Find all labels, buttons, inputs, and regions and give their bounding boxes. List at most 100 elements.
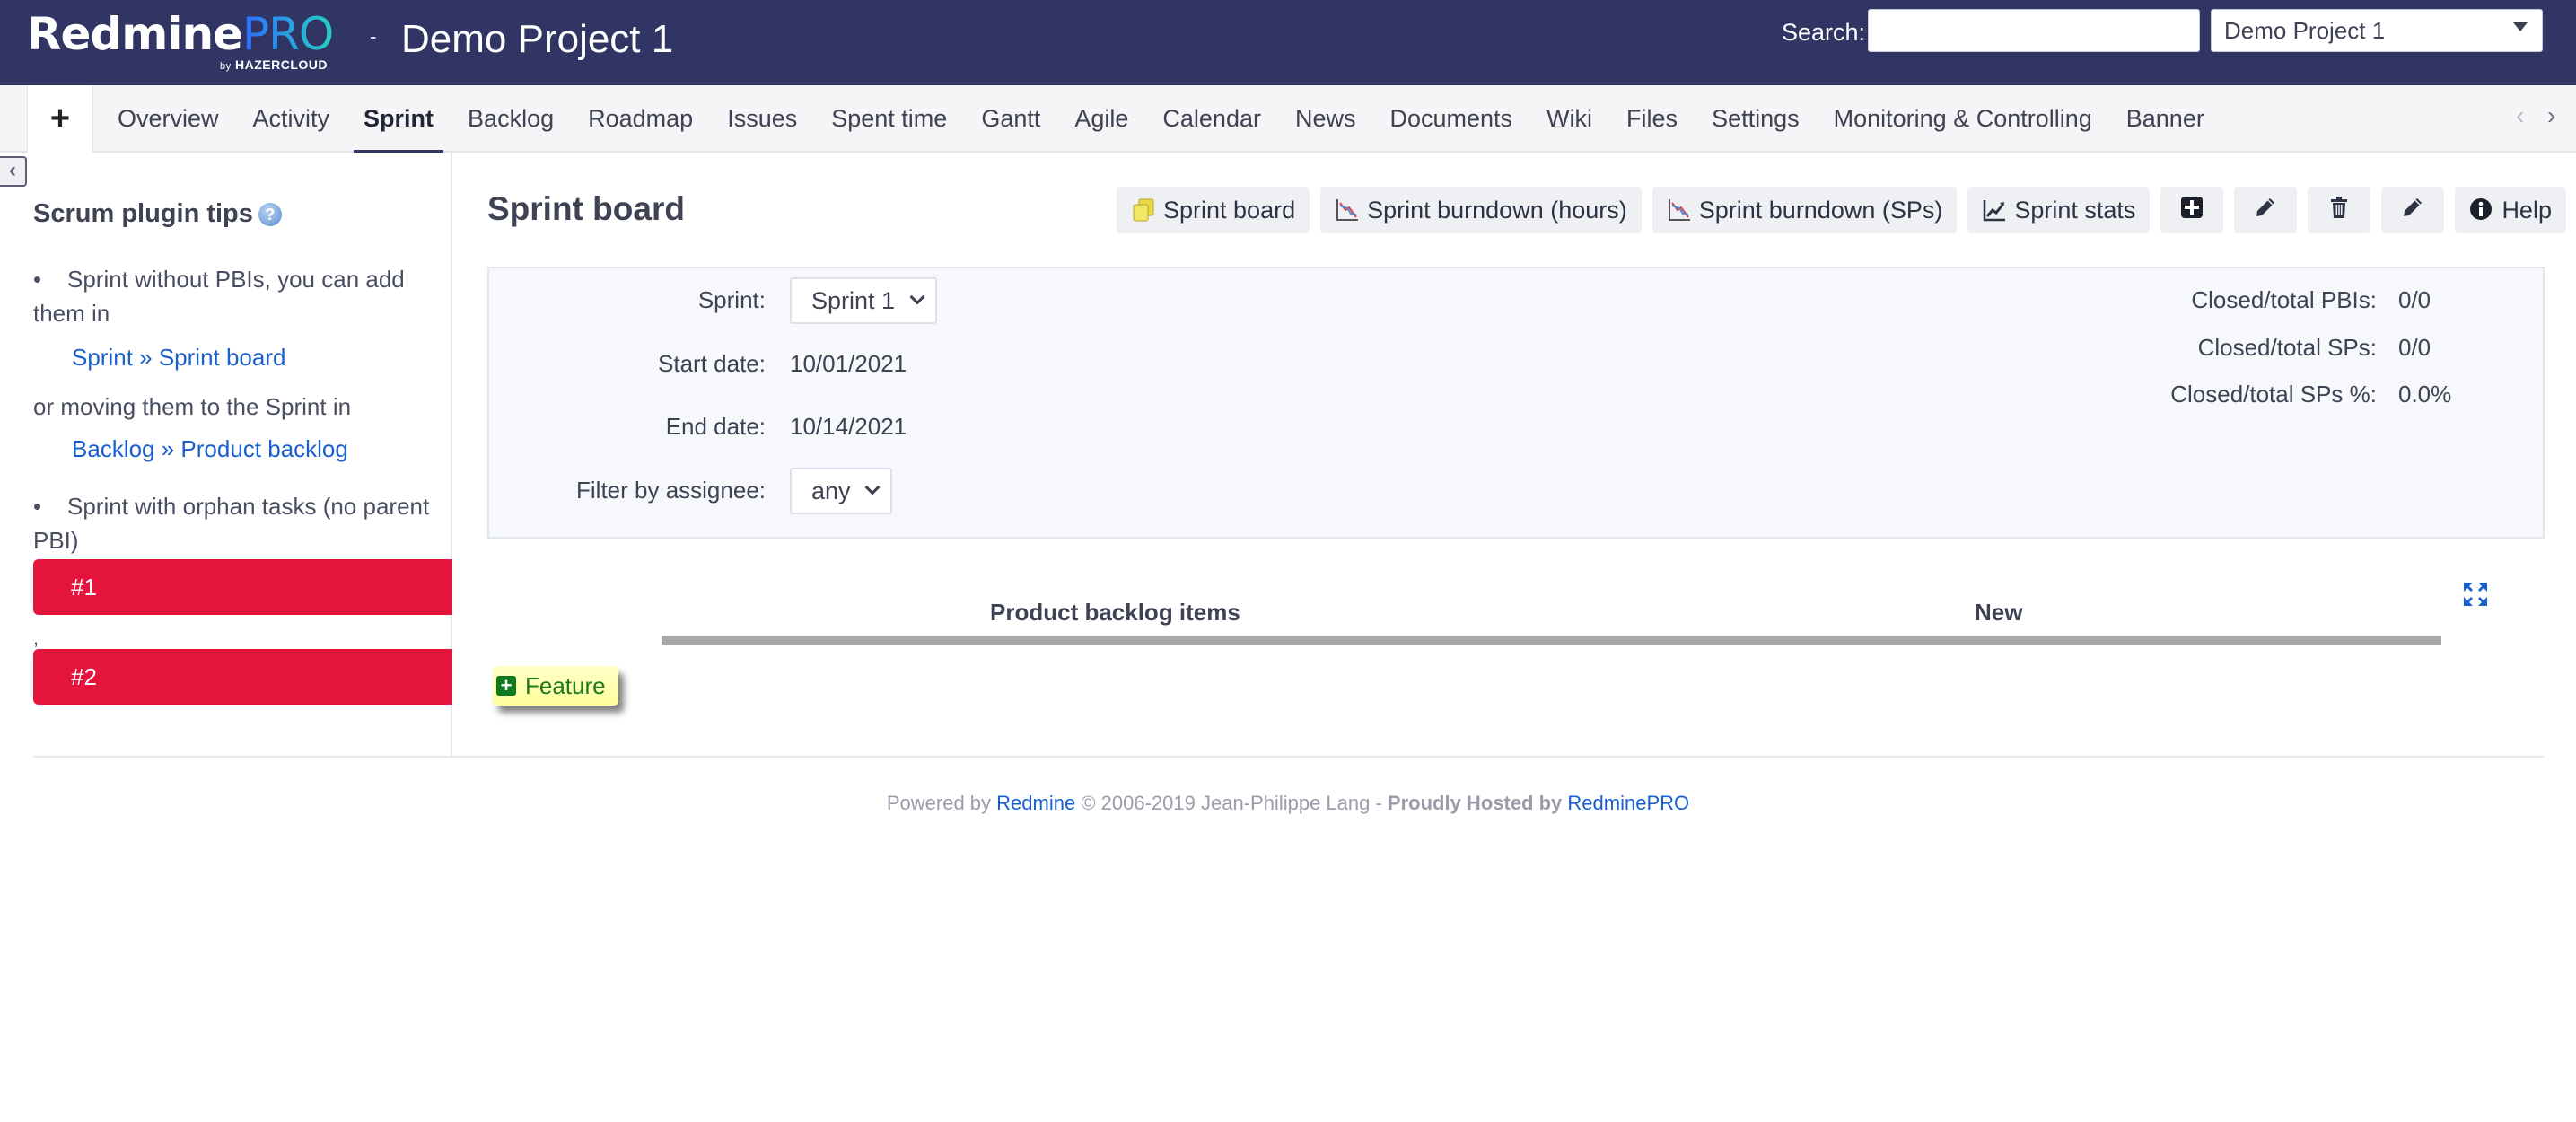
closed-sps-pct-label: Closed/total SPs %:	[2170, 381, 2377, 408]
tab-wiki[interactable]: Wiki	[1529, 85, 1609, 153]
tab-news[interactable]: News	[1278, 85, 1373, 153]
new-object-button[interactable]: +	[27, 85, 93, 153]
end-date-label: End date:	[665, 413, 766, 440]
link-sprint-board[interactable]: Sprint » Sprint board	[72, 344, 285, 372]
tab-agile[interactable]: Agile	[1057, 85, 1145, 153]
burndown-sps-button[interactable]: Sprint burndown (SPs)	[1652, 187, 1958, 233]
edit-sprint-button[interactable]	[2234, 187, 2298, 233]
tab-spent-time[interactable]: Spent time	[814, 85, 964, 153]
logo-wordmark: RedminePRO	[27, 7, 334, 61]
sprint-board-button[interactable]: Sprint board	[1117, 187, 1310, 233]
edit-effort-button[interactable]	[2381, 187, 2445, 233]
logo-brand: HAZERCLOUD	[235, 57, 329, 72]
column-header-pbis: Product backlog items	[990, 599, 1240, 626]
burndown-chart-icon	[1335, 197, 1360, 223]
menu-scroll-right-icon[interactable]: ›	[2547, 101, 2555, 130]
tab-sprint[interactable]: Sprint	[346, 85, 451, 154]
sprint-board-label: Sprint board	[1163, 196, 1296, 224]
search-input[interactable]	[1868, 9, 2200, 52]
sprint-board: Product backlog items New + Feature	[487, 570, 2545, 749]
project-jump-select[interactable]: Demo Project 1	[2211, 9, 2543, 52]
project-title: Demo Project 1	[401, 17, 674, 61]
redmine-link[interactable]: Redmine	[996, 792, 1075, 814]
orphan-separator: ,	[33, 627, 39, 649]
sprint-label: Sprint:	[697, 286, 766, 313]
menu-scroll-left-icon[interactable]: ‹	[2516, 101, 2524, 130]
closed-sps-value: 0/0	[2398, 334, 2431, 361]
tab-files[interactable]: Files	[1609, 85, 1695, 153]
trash-icon	[2328, 196, 2350, 225]
assignee-filter-select[interactable]: any	[790, 468, 892, 514]
closed-sps-label: Closed/total SPs:	[2197, 334, 2377, 361]
sprint-stats-button[interactable]: Sprint stats	[1967, 187, 2151, 233]
tip-orphan-tasks: Sprint with orphan tasks (no parent PBI)	[33, 489, 446, 557]
assignee-filter-label: Filter by assignee:	[576, 477, 766, 504]
sidebar-title: Scrum plugin tips?	[33, 199, 282, 229]
burndown-hours-label: Sprint burndown (hours)	[1367, 196, 1627, 224]
tab-gantt[interactable]: Gantt	[964, 85, 1057, 153]
burndown-chart-icon	[1667, 197, 1692, 223]
start-date-label: Start date:	[658, 350, 766, 377]
tab-monitoring-controlling[interactable]: Monitoring & Controlling	[1817, 85, 2109, 153]
footer-hosted-by: Proudly Hosted by	[1387, 792, 1563, 814]
footer-copyright: © 2006-2019 Jean-Philippe Lang -	[1081, 792, 1382, 814]
closed-pbis-label: Closed/total PBIs:	[2191, 286, 2377, 313]
footer-divider	[33, 756, 2544, 758]
menu-tabs: Overview Activity Sprint Backlog Roadmap Issu…	[101, 85, 2221, 154]
sprint-select-value: Sprint 1	[811, 287, 896, 314]
add-sprint-button[interactable]	[2160, 187, 2224, 233]
pencil-icon	[2254, 196, 2277, 225]
tab-banner[interactable]: Banner	[2109, 85, 2221, 153]
tab-roadmap[interactable]: Roadmap	[571, 85, 710, 153]
logo-by: by	[220, 61, 232, 72]
redminepro-logo[interactable]: RedminePRO by HAZERCLOUD	[27, 7, 368, 72]
orphan-task-1[interactable]: #1	[33, 559, 452, 615]
burndown-sps-label: Sprint burndown (SPs)	[1698, 196, 1943, 224]
sprint-select[interactable]: Sprint 1	[790, 277, 937, 324]
footer-powered-by: Powered by	[886, 792, 992, 814]
sidebar: ‹ Scrum plugin tips? Sprint without PBIs…	[0, 153, 452, 756]
sprint-board-icon	[1131, 197, 1156, 223]
link-product-backlog[interactable]: Backlog » Product backlog	[72, 435, 348, 463]
redminepro-link[interactable]: RedminePRO	[1567, 792, 1689, 814]
tab-issues[interactable]: Issues	[710, 85, 814, 153]
content: Sprint board Sprint board Sprint burndow…	[454, 153, 2576, 756]
project-jump-value: Demo Project 1	[2224, 17, 2386, 44]
main-menu: + Overview Activity Sprint Backlog Roadmap Is…	[0, 85, 2576, 154]
top-header: RedminePRO by HAZERCLOUD - Demo Project …	[0, 0, 2576, 85]
page-title: Sprint board	[487, 190, 685, 227]
assignee-filter-value: any	[811, 478, 851, 504]
dropdown-arrow-icon	[2513, 22, 2528, 31]
logo-pro-text: PRO	[241, 8, 334, 60]
add-feature-button[interactable]: + Feature	[493, 666, 618, 706]
help-label: Help	[2502, 196, 2552, 224]
tab-calendar[interactable]: Calendar	[1145, 85, 1278, 153]
tab-backlog[interactable]: Backlog	[451, 85, 571, 153]
title-separator: -	[370, 25, 377, 48]
logo-byline: by HAZERCLOUD	[220, 57, 328, 72]
sidebar-collapse-button[interactable]: ‹	[0, 156, 27, 187]
logo-redmine-text: Redmine	[27, 8, 243, 60]
sprint-info-panel: Sprint: Sprint 1 Start date: 10/01/2021 …	[487, 267, 2545, 539]
help-icon[interactable]: ?	[258, 203, 282, 227]
tab-documents[interactable]: Documents	[1373, 85, 1530, 153]
end-date-value: 10/14/2021	[790, 413, 907, 440]
tab-overview[interactable]: Overview	[101, 85, 236, 153]
search-label: Search:	[1782, 19, 1866, 46]
sprint-stats-label: Sprint stats	[2014, 196, 2136, 224]
sidebar-title-text: Scrum plugin tips	[33, 199, 253, 228]
tab-activity[interactable]: Activity	[236, 85, 347, 153]
burndown-hours-button[interactable]: Sprint burndown (hours)	[1320, 187, 1642, 233]
tab-settings[interactable]: Settings	[1695, 85, 1817, 153]
board-header-divider	[662, 636, 2441, 645]
orphan-task-2[interactable]: #2	[33, 649, 452, 705]
footer: Powered by Redmine © 2006-2019 Jean-Phil…	[0, 792, 2576, 815]
fullscreen-icon[interactable]	[2462, 581, 2489, 608]
chevron-down-icon	[864, 479, 881, 495]
plus-square-icon	[2180, 196, 2204, 225]
toolbar: Sprint board Sprint burndown (hours) Spr…	[1117, 187, 2566, 233]
help-button[interactable]: Help	[2455, 187, 2566, 233]
closed-pbis-value: 0/0	[2398, 286, 2431, 313]
delete-sprint-button[interactable]	[2308, 187, 2371, 233]
pencil-icon	[2401, 196, 2424, 225]
